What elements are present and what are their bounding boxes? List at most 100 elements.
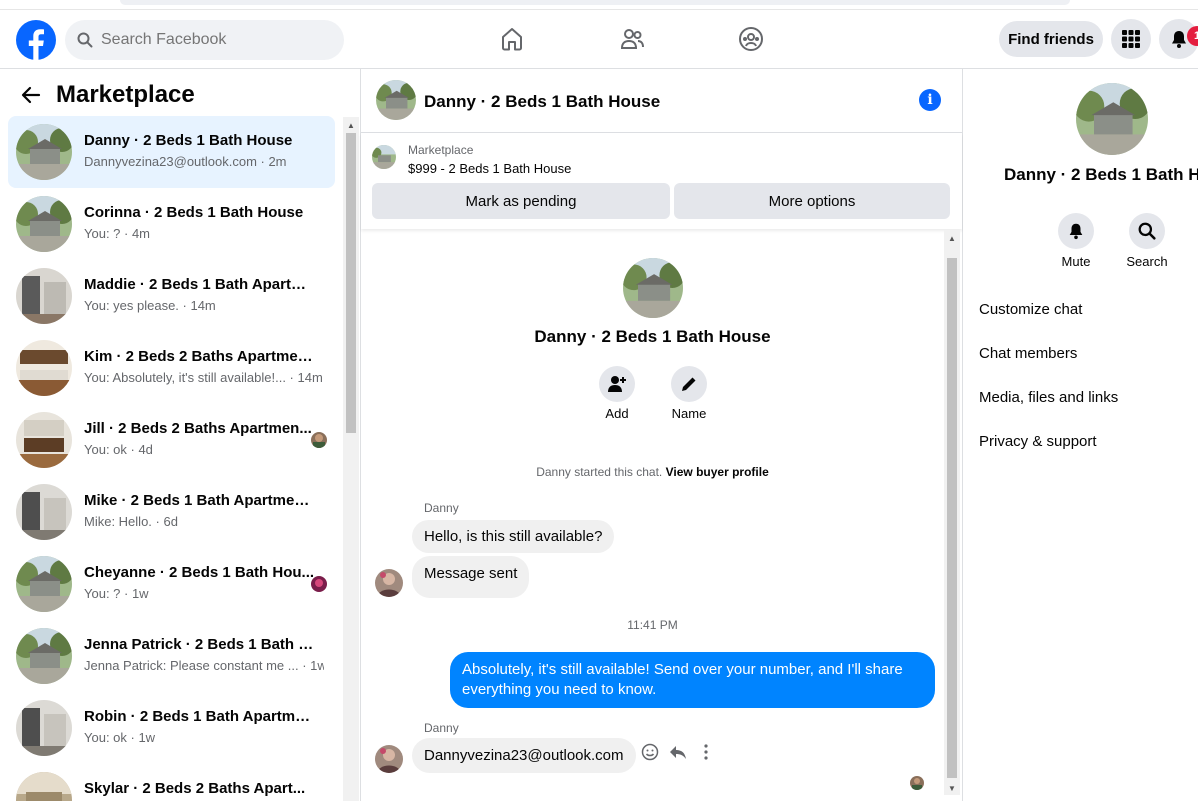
bell-icon [1069, 223, 1083, 240]
conversation-item[interactable]: Corinna · 2 Beds 1 Bath House You: ? · 4… [8, 188, 335, 260]
conversation-preview: You: Absolutely, it's still available!..… [84, 370, 323, 385]
conversation-preview: You: ok · 4d [84, 442, 153, 457]
add-person-button[interactable] [599, 366, 635, 402]
listing-kitchen-avatar [16, 412, 72, 468]
search-input[interactable] [101, 31, 321, 49]
conversation-name: Danny · 2 Beds 1 Bath House [84, 132, 293, 149]
edit-name-button[interactable] [671, 366, 707, 402]
sender-avatar[interactable] [375, 569, 403, 597]
react-emoji-icon[interactable] [641, 743, 659, 761]
conversation-name: Corinna · 2 Beds 1 Bath House [84, 204, 304, 221]
listing-source-label: Marketplace [408, 143, 474, 157]
listing-banner: Marketplace $999 - 2 Beds 1 Bath House M… [361, 133, 962, 229]
chat-started-notice: Danny started this chat. View buyer prof… [361, 465, 944, 479]
grid-icon [1122, 30, 1140, 48]
conversation-name: Robin · 2 Beds 1 Bath Apartmen... [84, 708, 316, 725]
mute-label: Mute [1061, 254, 1091, 269]
listing-house-avatar [16, 196, 72, 252]
details-title: Danny · 2 Beds 1 Bath House [1004, 165, 1198, 184]
pencil-icon [682, 377, 696, 391]
listing-kitchen-avatar [16, 268, 72, 324]
search-in-chat-button[interactable] [1129, 213, 1165, 249]
add-label: Add [605, 406, 629, 421]
details-avatar [1076, 83, 1148, 155]
privacy-support-item[interactable]: Privacy & support [979, 431, 1118, 475]
search-icon [1138, 222, 1156, 240]
info-icon[interactable]: i [919, 89, 941, 111]
listing-house-avatar [16, 628, 72, 684]
search-bar[interactable] [65, 20, 344, 60]
listing-price[interactable]: $999 - 2 Beds 1 Bath House [408, 161, 571, 176]
back-arrow-icon[interactable] [20, 84, 42, 106]
conversation-item[interactable]: Maddie · 2 Beds 1 Bath Apartme... You: y… [8, 260, 335, 332]
message-timestamp: 11:41 PM [627, 618, 678, 632]
listing-kitchen-avatar [16, 340, 72, 396]
conversation-preview: Dannyvezina23@outlook.com · 2m [84, 154, 287, 169]
conversation-item[interactable]: Kim · 2 Beds 2 Baths Apartment... You: A… [8, 332, 335, 404]
conversation-preview: You: ok · 1w [84, 730, 156, 745]
more-vertical-icon[interactable] [697, 743, 715, 761]
media-files-links-item[interactable]: Media, files and links [979, 387, 1118, 431]
chat-members-item[interactable]: Chat members [979, 343, 1118, 387]
scroll-up-arrow-icon[interactable]: ▲ [347, 121, 355, 130]
thread-scrollbar[interactable]: ▲ ▼ [944, 230, 960, 795]
conversation-item[interactable]: Skylar · 2 Beds 2 Baths Apart... [8, 764, 335, 801]
reply-icon[interactable] [669, 743, 687, 761]
seen-avatar [910, 776, 924, 790]
conversation-name: Maddie · 2 Beds 1 Bath Apartme... [84, 276, 316, 293]
scroll-down-arrow-icon[interactable]: ▼ [948, 784, 956, 793]
view-buyer-profile-link[interactable]: View buyer profile [666, 465, 769, 479]
friends-icon[interactable] [617, 24, 647, 54]
sender-avatar[interactable] [375, 745, 403, 773]
sender-name: Danny [424, 501, 459, 515]
conversation-name: Jill · 2 Beds 2 Baths Apartmen... [84, 420, 312, 437]
name-label: Name [671, 406, 707, 421]
conversation-name: Jenna Patrick · 2 Beds 1 Bath Ho... [84, 636, 316, 653]
conversation-item[interactable]: Cheyanne · 2 Beds 1 Bath Hou... You: ? ·… [8, 548, 335, 620]
chat-avatar[interactable] [376, 80, 416, 120]
scroll-up-arrow-icon[interactable]: ▲ [948, 234, 956, 243]
sender-name: Danny [424, 721, 459, 735]
incoming-message[interactable]: Dannyvezina23@outlook.com [412, 738, 636, 773]
message-actions [641, 743, 715, 761]
scrollbar-thumb[interactable] [346, 133, 356, 433]
mute-button[interactable] [1058, 213, 1094, 249]
mark-as-pending-button[interactable]: Mark as pending [372, 183, 670, 219]
facebook-logo-icon[interactable] [16, 20, 56, 60]
thread-avatar [623, 258, 683, 318]
add-person-icon [608, 376, 626, 392]
listing-kitchen-avatar [16, 700, 72, 756]
chat-title[interactable]: Danny · 2 Beds 1 Bath House [424, 92, 660, 112]
incoming-message[interactable]: Message sent [412, 556, 530, 598]
conversation-item[interactable]: Robin · 2 Beds 1 Bath Apartmen... You: o… [8, 692, 335, 764]
bell-icon [1172, 31, 1186, 48]
listing-thumbnail[interactable] [372, 145, 396, 169]
thread-title: Danny · 2 Beds 1 Bath House [534, 327, 771, 346]
conversation-name: Cheyanne · 2 Beds 1 Bath Hou... [84, 564, 315, 581]
conversation-pane: Danny · 2 Beds 1 Bath House i Marketplac… [361, 69, 963, 801]
conversation-name: Mike · 2 Beds 1 Bath Apartment... [84, 492, 316, 509]
conversation-item[interactable]: Jill · 2 Beds 2 Baths Apartmen... You: o… [8, 404, 335, 476]
conversation-item[interactable]: Jenna Patrick · 2 Beds 1 Bath Ho... Jenn… [8, 620, 335, 692]
groups-icon[interactable] [736, 24, 766, 54]
message-thread: Danny · 2 Beds 1 Bath House Add Name Dan… [361, 230, 962, 801]
conversation-item[interactable]: Mike · 2 Beds 1 Bath Apartment... Mike: … [8, 476, 335, 548]
listing-house-avatar [16, 772, 72, 801]
menu-grid-button[interactable] [1111, 19, 1151, 59]
sidebar-scrollbar[interactable]: ▲ [343, 117, 359, 801]
scrollbar-thumb[interactable] [947, 258, 957, 778]
listing-house-avatar [16, 124, 72, 180]
home-icon[interactable] [497, 24, 527, 54]
conversation-item[interactable]: Danny · 2 Beds 1 Bath House Dannyvezina2… [8, 116, 335, 188]
seen-avatar [311, 576, 327, 592]
started-text: Danny started this chat. [536, 465, 663, 479]
seen-avatar [311, 432, 327, 448]
find-friends-button[interactable]: Find friends [999, 21, 1103, 57]
customize-chat-item[interactable]: Customize chat [979, 299, 1118, 343]
search-label: Search [1126, 254, 1168, 269]
page-title: Marketplace [56, 81, 195, 108]
incoming-message[interactable]: Hello, is this still available? [412, 520, 615, 553]
more-options-button[interactable]: More options [674, 183, 950, 219]
outgoing-message[interactable]: Absolutely, it's still available! Send o… [450, 652, 935, 708]
address-bar-edge [120, 0, 1070, 5]
